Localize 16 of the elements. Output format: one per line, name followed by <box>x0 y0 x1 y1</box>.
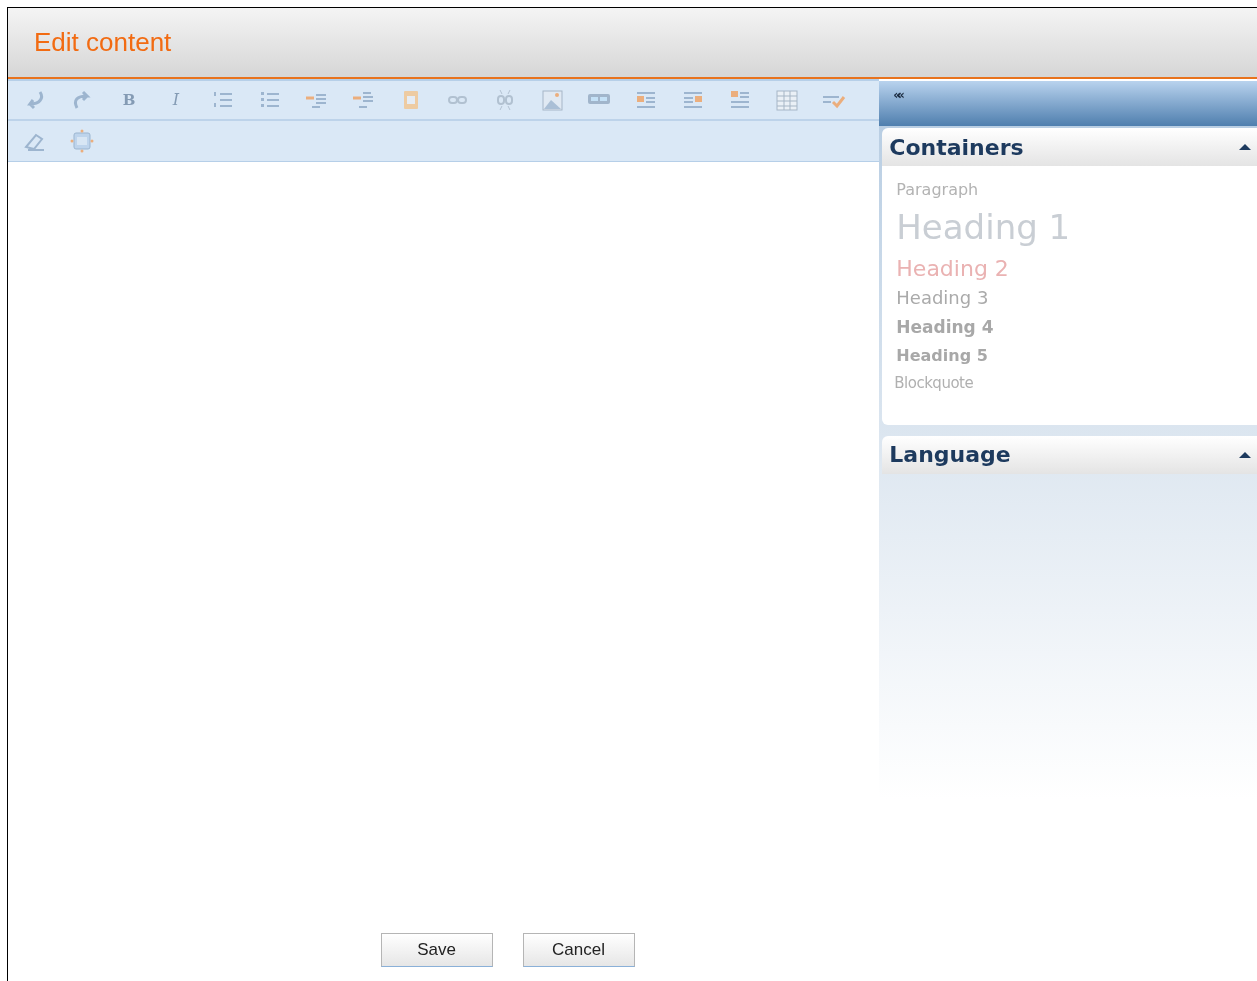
format-option[interactable]: Heading 4 <box>896 312 994 342</box>
format-option[interactable]: Paragraph <box>896 178 979 202</box>
collapse-arrow-icon[interactable] <box>1239 451 1251 458</box>
format-option[interactable]: Heading 3 <box>896 284 989 313</box>
collapse-arrow-icon[interactable] <box>1239 144 1251 150</box>
panel-header[interactable]: Containers <box>882 128 1257 166</box>
save-button[interactable]: Save <box>380 933 493 967</box>
collapse-button[interactable]: «« <box>893 89 901 101</box>
panel-header[interactable]: Language <box>882 435 1257 474</box>
format-option[interactable]: Heading 5 <box>896 341 988 370</box>
panel-title: Containers <box>889 133 1024 162</box>
format-option[interactable]: Blockquote <box>894 369 974 397</box>
cancel-button[interactable]: Cancel <box>522 933 635 967</box>
window-title: Edit content <box>34 26 172 59</box>
panel-title: Language <box>889 441 1011 469</box>
format-option[interactable]: Heading 2 <box>896 252 1009 284</box>
